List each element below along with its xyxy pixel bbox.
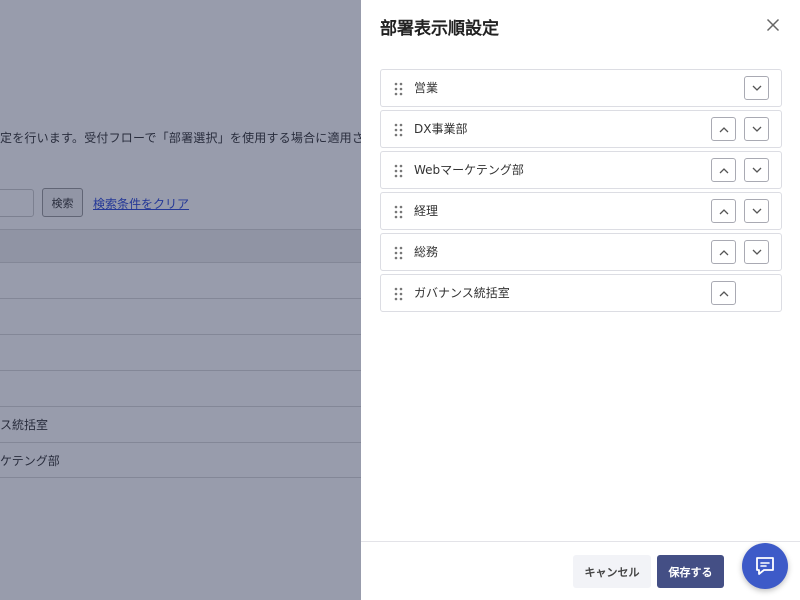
move-down-button[interactable] (744, 158, 769, 182)
drag-handle-icon[interactable] (393, 163, 405, 178)
close-button[interactable] (762, 14, 784, 36)
move-down-button[interactable] (744, 240, 769, 264)
drag-handle-icon[interactable] (393, 245, 405, 260)
save-button[interactable]: 保存する (657, 555, 724, 588)
drawer-title: 部署表示順設定 (380, 19, 499, 39)
move-up-button[interactable] (711, 117, 736, 141)
move-down-button[interactable] (744, 117, 769, 141)
department-name: 総務 (414, 245, 439, 259)
department-name: ガバナンス統括室 (414, 286, 510, 300)
department-item[interactable]: ガバナンス統括室 (380, 274, 782, 312)
drag-handle-icon[interactable] (393, 81, 405, 96)
chevron-down-icon (752, 208, 761, 214)
department-item[interactable]: 営業 (380, 69, 782, 107)
department-item[interactable]: DX事業部 (380, 110, 782, 148)
chat-button[interactable] (742, 543, 788, 589)
chevron-up-icon (719, 208, 728, 214)
department-list: 営業 DX事業部 Webマーケテング部 経理総務ガバナンス統括室 (380, 69, 782, 315)
department-order-drawer: 部署表示順設定 営業 DX事業部 Webマーケテング部 経理総務ガバナンス統括室 キャ… (361, 0, 800, 600)
drag-handle-icon[interactable] (393, 204, 405, 219)
chevron-down-icon (752, 126, 761, 132)
move-up-button[interactable] (711, 240, 736, 264)
chevron-down-icon (752, 85, 761, 91)
department-item[interactable]: 総務 (380, 233, 782, 271)
chevron-up-icon (719, 249, 728, 255)
drag-handle-icon[interactable] (393, 122, 405, 137)
chat-bubble-icon (756, 557, 774, 575)
close-icon (766, 18, 780, 32)
chevron-up-icon (719, 126, 728, 132)
move-down-button[interactable] (744, 76, 769, 100)
move-up-button[interactable] (711, 199, 736, 223)
department-name: 営業 (414, 81, 439, 95)
chevron-down-icon (752, 249, 761, 255)
department-item[interactable]: 経理 (380, 192, 782, 230)
department-item[interactable]: Webマーケテング部 (380, 151, 782, 189)
department-name: Webマーケテング部 (414, 163, 524, 177)
department-name: 経理 (414, 204, 439, 218)
move-up-button[interactable] (711, 281, 736, 305)
drag-handle-icon[interactable] (393, 286, 405, 301)
cancel-button[interactable]: キャンセル (573, 555, 651, 588)
move-down-button[interactable] (744, 199, 769, 223)
chevron-up-icon (719, 167, 728, 173)
move-up-button[interactable] (711, 158, 736, 182)
chevron-down-icon (752, 167, 761, 173)
drawer-footer: キャンセル 保存する (361, 541, 800, 600)
chevron-up-icon (719, 290, 728, 296)
department-name: DX事業部 (414, 122, 468, 136)
